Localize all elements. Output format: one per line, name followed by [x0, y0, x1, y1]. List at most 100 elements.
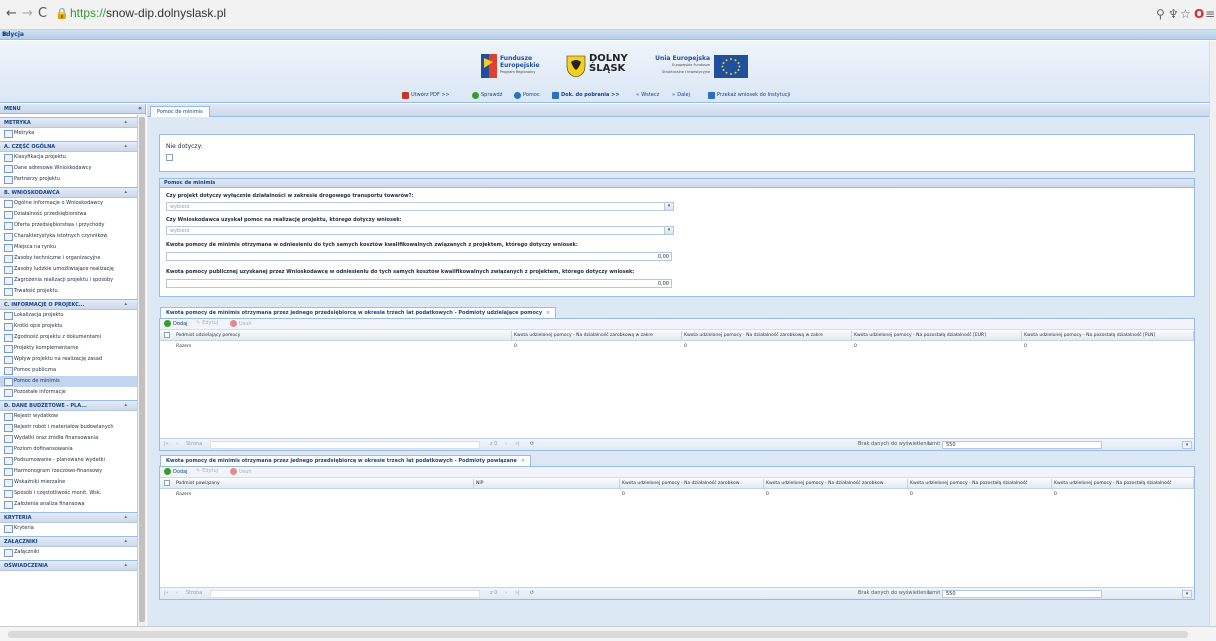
q4-amount-input[interactable]: 0,00 — [166, 279, 672, 288]
grid1-col-kwota2[interactable]: Kwota udzielonej pomocy - Na działalność… — [682, 331, 852, 341]
sidebar-section-2[interactable]: B. WNIOSKODAWCA ▴ — [0, 187, 137, 198]
sidebar-item[interactable]: Wydatki oraz źródła finansowania — [0, 433, 137, 444]
first-page-icon[interactable]: |« — [164, 441, 169, 447]
grid1-tab[interactable]: Kwota pomocy de minimis otrzymana przez … — [160, 307, 557, 318]
close-window-icon[interactable]: × — [2, 30, 1214, 38]
sidebar-item[interactable]: Wpływ projektu na realizację zasad — [0, 354, 137, 365]
sidebar-section-6[interactable]: ZAŁĄCZNIKI ▴ — [0, 536, 137, 547]
sidebar-item[interactable]: Podsumowanie - planowane wydatki — [0, 455, 137, 466]
sidebar-item[interactable]: Ogólne informacje o Wnioskodawcy — [0, 198, 137, 209]
last-page-icon[interactable]: »| — [515, 441, 520, 447]
sidebar-section-7[interactable]: OŚWIADCZENIA ▴ — [0, 560, 137, 571]
address-bar[interactable]: 🔒 https://snow-dip.dolnyslask.pl — [53, 5, 1193, 24]
sidebar-section-3[interactable]: C. INFORMACJE O PROJEKC... ▴ — [0, 299, 137, 310]
sidebar-item[interactable]: Pomoc de minimis — [0, 376, 137, 387]
sidebar-item[interactable]: Zgodność projektu z dokumentami — [0, 332, 137, 343]
collapse-section-icon[interactable]: ▴ — [124, 402, 127, 408]
zoom-icon[interactable]: ⚲ — [1156, 7, 1165, 21]
sidebar-item[interactable]: Zasoby techniczne i organizacyjne — [0, 253, 137, 264]
collapse-section-icon[interactable]: ▴ — [124, 301, 127, 307]
q2-select[interactable]: wybierz ▾ — [166, 226, 674, 235]
collapse-section-icon[interactable]: ▴ — [124, 143, 127, 149]
grid2-limit-select[interactable]: 550 — [942, 590, 1102, 598]
sidebar-item[interactable]: Charakterystyka istotnych czynników — [0, 231, 137, 242]
sidebar-item[interactable]: Partnerzy projektu — [0, 174, 137, 185]
grid2-col-nip[interactable]: NIP — [474, 479, 620, 489]
grid2-col-kwota2[interactable]: Kwota udzielonej pomocy - Na działalność… — [764, 479, 908, 489]
grid2-col-kwota3[interactable]: Kwota udzielonej pomocy - Na pozostałą d… — [908, 479, 1052, 489]
sidebar-item[interactable]: Założenia analiza finansowa — [0, 499, 137, 510]
opera-icon[interactable]: O — [1194, 7, 1204, 21]
menu-scrollbar[interactable] — [137, 115, 146, 626]
grid1-col-kwota-pln[interactable]: Kwota udzielonej pomocy - Na pozostałą d… — [1022, 331, 1194, 341]
grid1-col-podmiot[interactable]: Podmiot udzielający pomocy — [174, 331, 512, 341]
grid1-delete-button[interactable]: Usuń — [230, 320, 252, 327]
collapse-section-icon[interactable]: ▴ — [124, 562, 127, 568]
tab-pomoc-de-minimis[interactable]: Pomoc de minimis — [150, 106, 210, 117]
grid2-tab[interactable]: Kwota pomocy de minimis otrzymana przez … — [160, 455, 531, 466]
menu-scrollbar-thumb[interactable] — [139, 117, 145, 622]
collapse-section-icon[interactable]: ▴ — [124, 514, 127, 520]
create-pdf-button[interactable]: Utwórz PDF >> — [402, 90, 450, 100]
sidebar-item[interactable]: Lokalizacja projektu — [0, 310, 137, 321]
last-page-icon[interactable]: »| — [515, 590, 520, 596]
refresh-icon[interactable]: ⟳ — [530, 441, 534, 447]
grid2-select-all-checkbox[interactable] — [164, 480, 170, 486]
sidebar-item[interactable]: Poziom dofinansowania — [0, 444, 137, 455]
grid1-edit-button[interactable]: ✎ Edytuj — [196, 320, 218, 326]
grid1-page-input[interactable] — [210, 441, 480, 449]
sidebar-item[interactable]: Dane adresowe Wnioskodawcy — [0, 163, 137, 174]
chevron-down-icon[interactable]: ▾ — [1182, 441, 1192, 449]
horizontal-scrollbar[interactable] — [0, 626, 1216, 641]
bookmark-star-icon[interactable]: ☆ — [1180, 7, 1191, 21]
sidebar-item[interactable]: Metryka — [0, 128, 137, 139]
grid1-col-kwota1[interactable]: Kwota udzielonej pomocy - Na działalność… — [512, 331, 682, 341]
grid2-edit-button[interactable]: ✎ Edytuj — [196, 468, 218, 474]
collapse-section-icon[interactable]: ▴ — [124, 119, 127, 125]
nie-dotyczy-checkbox[interactable] — [166, 154, 173, 161]
browser-menu-icon[interactable]: ≡ — [1205, 7, 1215, 21]
q1-select[interactable]: wybierz ▾ — [166, 202, 674, 211]
sidebar-item[interactable]: Harmonogram rzeczowo-finansowy — [0, 466, 137, 477]
sidebar-section-0[interactable]: METRYKA ▴ — [0, 117, 137, 128]
grid2-col-kwota4[interactable]: Kwota udzielonej pomocy - Na pozostałą d… — [1052, 479, 1194, 489]
sidebar-item[interactable]: Pomoc publiczna — [0, 365, 137, 376]
chevron-down-icon[interactable]: ▾ — [664, 202, 674, 211]
sidebar-item[interactable]: Wskaźniki mierzalne — [0, 477, 137, 488]
grid2-add-button[interactable]: Dodaj — [164, 468, 188, 475]
forward-arrow-icon[interactable]: → — [22, 7, 33, 21]
prev-page-icon[interactable]: ‹ — [176, 590, 178, 596]
collapse-section-icon[interactable]: ▴ — [124, 189, 127, 195]
close-tab-icon[interactable]: × — [521, 458, 525, 464]
check-button[interactable]: Sprawdź — [472, 90, 502, 100]
next-page-icon[interactable]: › — [505, 590, 507, 596]
chevron-down-icon[interactable]: ▾ — [664, 226, 674, 235]
sidebar-item[interactable]: Rejestr wydatków — [0, 411, 137, 422]
back-arrow-icon[interactable]: ← — [6, 7, 17, 21]
sidebar-item[interactable]: Klasyfikacja projektu — [0, 152, 137, 163]
collapse-section-icon[interactable]: ▴ — [124, 538, 127, 544]
sidebar-item[interactable]: Miejsca na rynku — [0, 242, 137, 253]
documents-download-button[interactable]: Dok. do pobrania >> — [552, 90, 620, 100]
grid1-col-kwota-eur[interactable]: Kwota udzielonej pomocy - Na pozostałą d… — [852, 331, 1022, 341]
refresh-icon[interactable]: ⟳ — [530, 590, 534, 596]
next-page-icon[interactable]: › — [505, 441, 507, 447]
first-page-icon[interactable]: |« — [164, 590, 169, 596]
sidebar-item[interactable]: Zagrożenia realizacji projektu i sposoby — [0, 275, 137, 286]
grid2-page-input[interactable] — [210, 590, 480, 598]
sidebar-item[interactable]: Krótki opis projektu — [0, 321, 137, 332]
grid1-select-all-checkbox[interactable] — [164, 332, 170, 338]
grid2-delete-button[interactable]: Usuń — [230, 468, 252, 475]
chevron-down-icon[interactable]: ▾ — [1182, 590, 1192, 598]
grid2-col-kwota1[interactable]: Kwota udzielonej pomocy - Na działalność… — [620, 479, 764, 489]
submit-application-button[interactable]: Przekaż wniosek do Instytucji — [708, 90, 790, 100]
page-scrollbar[interactable] — [1209, 41, 1216, 641]
sidebar-section-4[interactable]: D. DANE BUDŻETOWE - PLA... ▴ — [0, 400, 137, 411]
sidebar-item[interactable]: Rejestr robót i materiałów budowlanych — [0, 422, 137, 433]
grid1-limit-select[interactable]: 550 — [942, 441, 1102, 449]
sidebar-item[interactable]: Kryteria — [0, 523, 137, 534]
sidebar-item[interactable]: Pozostałe informacje — [0, 387, 137, 398]
back-button[interactable]: «Wstecz — [636, 90, 659, 100]
sidebar-item[interactable]: Projekty komplementarne — [0, 343, 137, 354]
collapse-menu-icon[interactable]: « — [138, 105, 142, 112]
